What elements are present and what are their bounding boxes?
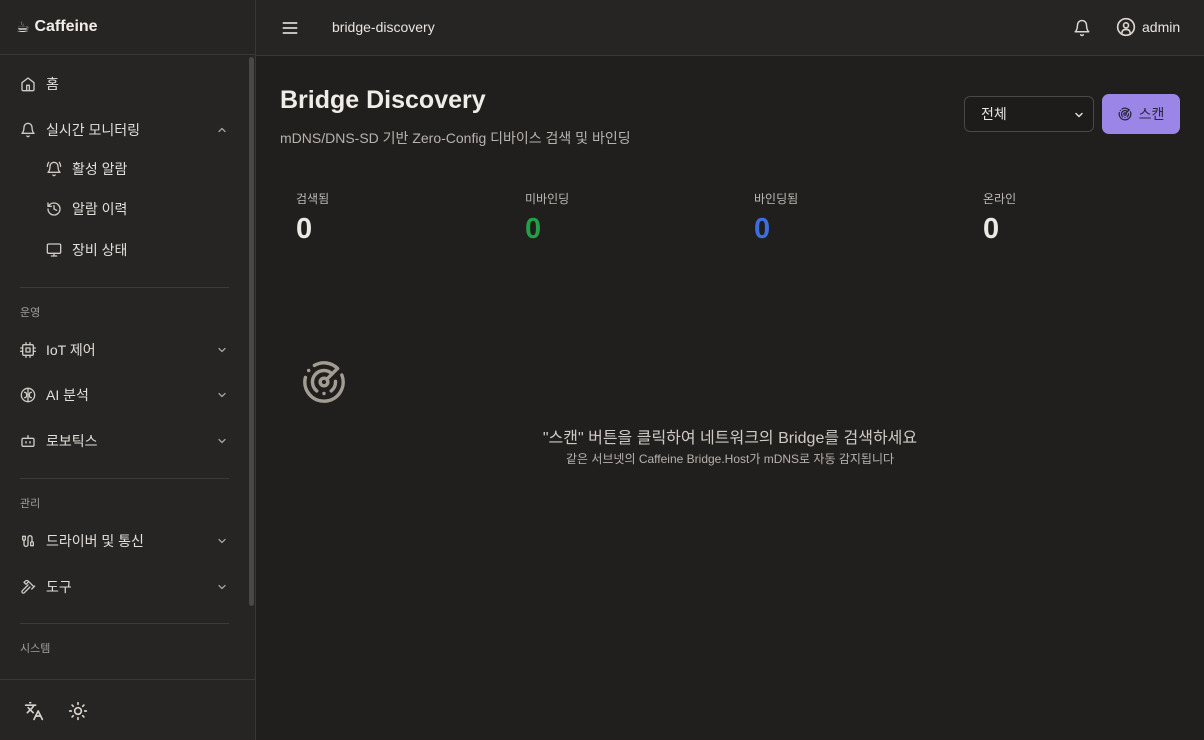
stat-label: 미바인딩 bbox=[525, 192, 570, 206]
alarm-clock-icon bbox=[46, 161, 62, 177]
sidebar-item-label: 실시간 모니터링 bbox=[46, 122, 141, 138]
sidebar-item-label: AI 분석 bbox=[46, 387, 89, 403]
radar-icon bbox=[1118, 107, 1132, 121]
sidebar-item-equipment-status[interactable]: 장비 상태 bbox=[8, 232, 236, 268]
stat-value: 0 bbox=[296, 213, 313, 245]
radar-icon bbox=[303, 361, 345, 403]
sidebar-item-label: 장비 상태 bbox=[72, 242, 128, 258]
topbar: bridge-discovery admin bbox=[256, 0, 1204, 56]
brand[interactable]: ☕ Caffeine bbox=[0, 0, 255, 55]
sidebar-item-label: IoT 제어 bbox=[46, 342, 96, 358]
chevron-down-icon bbox=[218, 347, 226, 353]
cable-icon bbox=[22, 535, 34, 547]
sun-icon[interactable] bbox=[68, 701, 88, 721]
sidebar-item-tools[interactable]: 도구 bbox=[8, 569, 236, 605]
chevron-down-icon bbox=[218, 584, 226, 590]
sidebar: ☕ Caffeine 홈 실시간 모니터링 활성 알람 알람 이력 장비 상태 … bbox=[0, 0, 256, 740]
divider bbox=[20, 478, 229, 479]
cpu-icon bbox=[20, 342, 36, 358]
scan-label: 스캔 bbox=[1138, 106, 1165, 122]
stat-online: 온라인 0 bbox=[983, 190, 1183, 246]
stat-value: 0 bbox=[754, 213, 771, 245]
filter-value: 전체 bbox=[981, 106, 1007, 122]
sidebar-scrollbar[interactable] bbox=[249, 57, 254, 606]
stat-label: 검색됨 bbox=[296, 192, 330, 206]
scan-button[interactable]: 스캔 bbox=[1102, 94, 1180, 134]
username: admin bbox=[1142, 19, 1181, 35]
stat-value: 0 bbox=[525, 213, 542, 245]
chevron-down-icon bbox=[1075, 112, 1083, 118]
section-label-ops: 운영 bbox=[20, 307, 41, 319]
brand-name: Caffeine bbox=[34, 18, 98, 35]
stat-label: 바인딩됨 bbox=[754, 192, 799, 206]
user-circle-icon bbox=[1116, 17, 1136, 37]
sidebar-item-drivers[interactable]: 드라이버 및 통신 bbox=[8, 523, 236, 559]
brain-icon bbox=[20, 387, 36, 403]
monitor-icon bbox=[46, 243, 62, 257]
menu-icon[interactable] bbox=[280, 18, 300, 38]
divider bbox=[20, 287, 229, 288]
breadcrumb: bridge-discovery bbox=[332, 19, 435, 35]
notification-bell-icon[interactable] bbox=[1073, 18, 1091, 38]
stat-discovered: 검색됨 0 bbox=[296, 190, 496, 246]
bell-icon bbox=[21, 122, 35, 138]
sidebar-item-ai-analysis[interactable]: AI 분석 bbox=[8, 377, 236, 413]
empty-state-subtitle: 같은 서브넷의 Caffeine Bridge.Host가 mDNS로 자동 감… bbox=[565, 452, 895, 466]
section-label-system: 시스템 bbox=[20, 643, 51, 655]
divider bbox=[20, 623, 229, 624]
sidebar-item-alarm-history[interactable]: 알람 이력 bbox=[8, 191, 236, 227]
empty-state-title: "스캔" 버튼을 클릭하여 네트워크의 Bridge를 검색하세요 bbox=[542, 430, 918, 447]
stat-unbound: 미바인딩 0 bbox=[525, 190, 725, 246]
sidebar-item-monitoring[interactable]: 실시간 모니터링 bbox=[8, 112, 236, 148]
sidebar-item-home[interactable]: 홈 bbox=[8, 66, 236, 102]
history-icon bbox=[47, 202, 61, 216]
home-icon bbox=[21, 77, 35, 92]
filter-select[interactable]: 전체 bbox=[964, 96, 1094, 132]
page-title: Bridge Discovery bbox=[280, 86, 486, 114]
sidebar-item-label: 도구 bbox=[46, 579, 72, 595]
hammer-icon bbox=[21, 579, 36, 594]
stat-bound: 바인딩됨 0 bbox=[754, 190, 954, 246]
stat-value: 0 bbox=[983, 213, 1000, 245]
chevron-down-icon bbox=[218, 392, 226, 398]
sidebar-item-label: 알람 이력 bbox=[72, 201, 128, 217]
chevron-up-icon bbox=[218, 127, 226, 133]
page-subtitle: mDNS/DNS-SD 기반 Zero-Config 디바이스 검색 및 바인딩 bbox=[280, 130, 631, 146]
languages-icon[interactable] bbox=[24, 701, 44, 721]
chevron-down-icon bbox=[218, 538, 226, 544]
sidebar-footer bbox=[0, 679, 255, 740]
sidebar-item-iot-control[interactable]: IoT 제어 bbox=[8, 332, 236, 368]
sidebar-item-label: 홈 bbox=[46, 76, 59, 92]
sidebar-item-active-alarms[interactable]: 활성 알람 bbox=[8, 151, 236, 187]
section-label-manage: 관리 bbox=[20, 498, 41, 510]
user-menu[interactable]: admin bbox=[1116, 17, 1180, 37]
coffee-icon: ☕ bbox=[16, 19, 30, 36]
stat-label: 온라인 bbox=[983, 192, 1017, 206]
sidebar-item-label: 드라이버 및 통신 bbox=[46, 533, 144, 549]
sidebar-item-label: 활성 알람 bbox=[72, 161, 128, 177]
